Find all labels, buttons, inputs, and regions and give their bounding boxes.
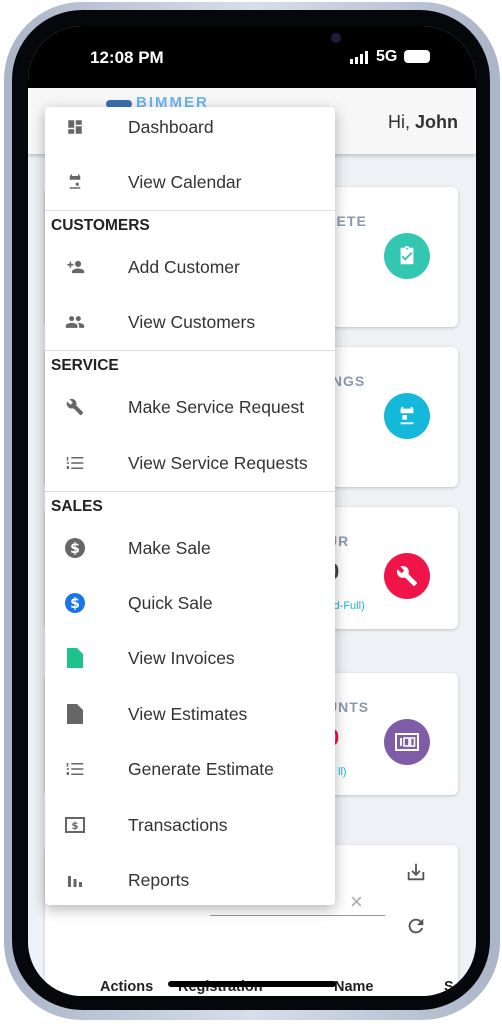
screen: 12:08 PM 5G BIMMER Hi, John LETE INGS UR… [28, 26, 476, 996]
card-subtext: ll) [338, 766, 347, 778]
menu-item-generate-estimate[interactable]: Generate Estimate [45, 743, 335, 795]
person-add-icon [65, 257, 85, 277]
camera-icon [331, 33, 341, 43]
wrench-icon [65, 397, 85, 417]
svg-text:$: $ [70, 596, 80, 612]
divider [45, 350, 335, 351]
status-bar: 12:08 PM 5G [28, 26, 476, 88]
menu-item-label: View Invoices [128, 648, 235, 668]
menu-item-view-estimates[interactable]: View Estimates [45, 688, 335, 740]
column-header-s[interactable]: S [444, 979, 454, 995]
list-numbered-icon [65, 453, 85, 473]
menu-item-make-service-request[interactable]: Make Service Request [45, 381, 335, 433]
menu-item-view-invoices[interactable]: View Invoices [45, 632, 335, 684]
signal-icon [350, 51, 368, 64]
menu-item-dashboard[interactable]: Dashboard [45, 101, 335, 153]
dollar-circle-icon: $ [65, 593, 85, 613]
menu-item-transactions[interactable]: $ Transactions [45, 799, 335, 851]
dollar-circle-icon: $ [65, 538, 85, 558]
menu-item-reports[interactable]: Reports [45, 854, 335, 906]
clear-search-button[interactable]: × [350, 889, 363, 915]
divider [45, 210, 335, 211]
menu-item-quick-sale[interactable]: $ Quick Sale [45, 577, 335, 629]
menu-item-add-customer[interactable]: Add Customer [45, 241, 335, 293]
document-icon [65, 648, 85, 668]
section-header-sales: SALES [51, 498, 103, 515]
battery-icon [404, 50, 430, 63]
download-icon[interactable] [405, 861, 427, 888]
dynamic-island [173, 26, 341, 60]
svg-text:$: $ [72, 821, 79, 832]
menu-item-label: Transactions [128, 815, 228, 835]
menu-item-label: Quick Sale [128, 593, 213, 613]
home-indicator[interactable] [168, 981, 336, 987]
menu-item-view-service-requests[interactable]: View Service Requests [45, 437, 335, 489]
wrench-icon [384, 553, 430, 599]
people-icon [65, 312, 85, 332]
refresh-icon[interactable] [405, 915, 427, 942]
list-numbered-icon [65, 759, 85, 779]
menu-item-view-customers[interactable]: View Customers [45, 296, 335, 348]
search-input[interactable] [210, 915, 385, 916]
menu-item-label: Dashboard [128, 117, 214, 137]
dashboard-icon [65, 117, 85, 137]
menu-item-label: View Customers [128, 312, 256, 332]
money-icon: $ [65, 815, 85, 835]
column-header-actions[interactable]: Actions [100, 979, 153, 995]
menu-item-make-sale[interactable]: $ Make Sale [45, 522, 335, 574]
money-icon [384, 719, 430, 765]
calendar-icon [384, 393, 430, 439]
greeting-text: Hi, [387, 112, 410, 132]
section-header-customers: CUSTOMERS [51, 217, 150, 234]
menu-item-label: View Estimates [128, 704, 248, 724]
menu-item-label: Make Sale [128, 538, 211, 558]
menu-item-label: View Service Requests [128, 453, 308, 473]
user-greeting[interactable]: Hi, John [388, 112, 458, 133]
menu-item-label: Generate Estimate [128, 759, 274, 779]
network-label: 5G [376, 48, 398, 65]
column-header-name[interactable]: Name [334, 979, 374, 995]
status-time: 12:08 PM [90, 48, 164, 67]
menu-item-label: Reports [128, 870, 190, 890]
divider [45, 491, 335, 492]
user-name: John [415, 112, 458, 132]
navigation-menu: Dashboard View Calendar CUSTOMERS Add Cu… [45, 107, 335, 905]
svg-text:$: $ [70, 541, 80, 557]
calendar-icon [65, 172, 85, 192]
menu-item-label: View Calendar [128, 172, 242, 192]
menu-item-view-calendar[interactable]: View Calendar [45, 156, 335, 208]
menu-item-label: Make Service Request [128, 397, 305, 417]
document-icon [65, 704, 85, 724]
section-header-service: SERVICE [51, 357, 119, 374]
clipboard-check-icon [384, 233, 430, 279]
menu-item-label: Add Customer [128, 257, 240, 277]
bar-chart-icon [65, 870, 85, 890]
